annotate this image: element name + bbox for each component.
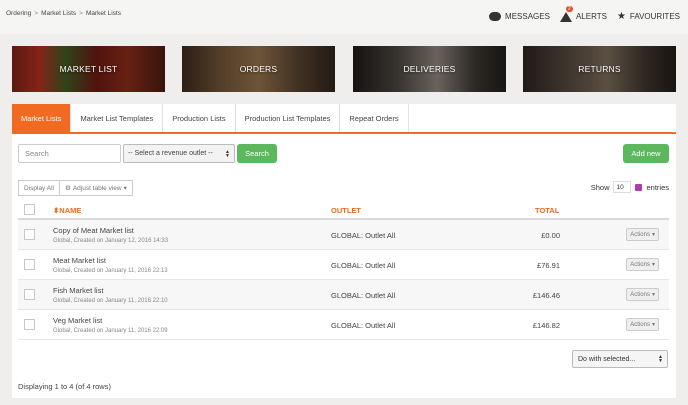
breadcrumb-item-market-lists[interactable]: Market Lists	[41, 10, 76, 17]
show-label: Show	[590, 182, 610, 192]
adjust-table-view-button[interactable]: ⚙ Adjust table view ▾	[59, 180, 133, 196]
row-name-link[interactable]: Copy of Meat Market list	[53, 226, 134, 235]
select-arrows-icon: ▲ ▼	[225, 149, 230, 159]
column-header-name[interactable]: ⬍NAME	[53, 206, 81, 215]
row-actions-button[interactable]: Actions ▾	[626, 318, 659, 331]
top-bar: Ordering > Market Lists > Market Lists M…	[0, 0, 688, 34]
banner-market-list[interactable]: MARKET LIST	[12, 46, 165, 92]
column-header-outlet[interactable]: OUTLET	[331, 206, 361, 215]
warning-icon	[559, 11, 572, 22]
banner-orders[interactable]: ORDERS	[182, 46, 335, 92]
tab-market-lists[interactable]: Market Lists	[12, 104, 72, 132]
column-header-total[interactable]: TOTAL	[535, 206, 559, 215]
breadcrumb-separator: >	[79, 10, 83, 17]
section-banners: MARKET LIST ORDERS DELIVERIES RETURNS	[12, 46, 676, 92]
revenue-outlet-select[interactable]: -- Select a revenue outlet -- ▲ ▼	[123, 144, 235, 163]
row-checkbox[interactable]	[24, 259, 35, 270]
top-nav: MESSAGES 2 ALERTS ★ FAVOURITES	[489, 5, 680, 22]
table-row: Veg Market list Global, Created on Janua…	[18, 310, 669, 340]
row-actions-label: Actions	[630, 321, 650, 328]
caret-down-icon: ▾	[651, 232, 655, 238]
row-total: £76.91	[537, 261, 560, 270]
breadcrumb-separator: >	[34, 10, 39, 17]
messages-link[interactable]: MESSAGES	[489, 12, 550, 21]
pagination-info: Displaying 1 to 4 (of 4 rows)	[18, 382, 111, 391]
main-panel: Market Lists Market List Templates Produ…	[12, 104, 676, 398]
table-row: Fish Market list Global, Created on Janu…	[18, 280, 669, 310]
row-outlet: GLOBAL: Outlet All	[331, 321, 396, 330]
banner-returns[interactable]: RETURNS	[523, 46, 676, 92]
row-subtitle: Global, Created on January 11, 2016 22:1…	[53, 268, 168, 274]
chat-bubble-icon	[489, 12, 502, 21]
entries-count-select[interactable]: 10	[613, 181, 632, 193]
row-total: £146.82	[532, 321, 560, 330]
row-name-link[interactable]: Meat Market list	[53, 256, 106, 265]
table-row: Copy of Meat Market list Global, Created…	[18, 220, 669, 250]
gears-icon: ⚙	[64, 185, 71, 192]
tab-repeat-orders[interactable]: Repeat Orders	[340, 104, 409, 132]
banner-label: RETURNS	[578, 64, 621, 74]
select-arrows-icon: ▲ ▼	[658, 354, 663, 364]
banner-deliveries[interactable]: DELIVERIES	[353, 46, 506, 92]
row-subtitle: Global, Created on January 11, 2016 22:0…	[53, 328, 168, 334]
adjust-table-view-label: Adjust table view	[72, 184, 122, 192]
caret-down-icon: ▾	[651, 292, 655, 298]
row-actions-label: Actions	[630, 261, 650, 268]
row-actions-label: Actions	[630, 231, 650, 238]
row-total: £146.46	[532, 291, 560, 300]
row-actions-button[interactable]: Actions ▾	[626, 288, 659, 301]
row-name-link[interactable]: Fish Market list	[53, 286, 103, 295]
row-actions-button[interactable]: Actions ▾	[626, 228, 659, 241]
row-subtitle: Global, Created on January 12, 2016 14:3…	[53, 238, 169, 244]
search-input[interactable]	[18, 144, 121, 163]
row-outlet: GLOBAL: Outlet All	[331, 261, 396, 270]
bulk-action-value: Do with selected...	[578, 355, 636, 363]
caret-down-icon: ▾	[651, 262, 655, 268]
market-lists-table: ⬍NAME OUTLET TOTAL Copy of Meat Market l…	[18, 198, 669, 340]
display-all-button[interactable]: Display All	[18, 180, 60, 196]
messages-label: MESSAGES	[505, 12, 550, 21]
show-entries: Show 10 entries	[591, 181, 669, 193]
tab-bar: Market Lists Market List Templates Produ…	[12, 104, 676, 134]
row-name-link[interactable]: Veg Market list	[53, 316, 102, 325]
row-actions-label: Actions	[630, 291, 650, 298]
row-outlet: GLOBAL: Outlet All	[331, 291, 396, 300]
row-actions-button[interactable]: Actions ▾	[626, 258, 659, 271]
table-row: Meat Market list Global, Created on Janu…	[18, 250, 669, 280]
row-checkbox[interactable]	[24, 319, 35, 330]
tab-production-list-templates[interactable]: Production List Templates	[236, 104, 341, 132]
table-view-controls: Display All ⚙ Adjust table view ▾	[18, 180, 133, 196]
row-total: £0.00	[541, 231, 560, 240]
row-checkbox[interactable]	[24, 229, 35, 240]
entries-label: entries	[646, 182, 669, 192]
alerts-link[interactable]: 2 ALERTS	[559, 5, 607, 22]
column-header-name-label: NAME	[59, 206, 82, 215]
select-all-checkbox[interactable]	[24, 204, 35, 215]
row-outlet: GLOBAL: Outlet All	[331, 231, 396, 240]
caret-down-icon: ▾	[651, 322, 655, 328]
entries-stepper-icon[interactable]	[635, 183, 643, 191]
banner-label: ORDERS	[239, 64, 278, 74]
tab-market-list-templates[interactable]: Market List Templates	[71, 104, 164, 132]
breadcrumb-item-current: Market Lists	[85, 10, 121, 17]
breadcrumb-item-ordering[interactable]: Ordering	[6, 10, 31, 17]
banner-label: DELIVERIES	[403, 64, 456, 74]
bulk-action-select[interactable]: Do with selected... ▲ ▼	[572, 350, 668, 368]
revenue-outlet-select-value: -- Select a revenue outlet --	[128, 150, 213, 157]
favourites-label: FAVOURITES	[629, 12, 680, 21]
search-button[interactable]: Search	[237, 144, 277, 163]
breadcrumb: Ordering > Market Lists > Market Lists	[6, 10, 121, 17]
favourites-link[interactable]: ★ FAVOURITES	[617, 11, 680, 22]
caret-down-icon: ▾	[123, 185, 127, 192]
row-subtitle: Global, Created on January 11, 2016 22:1…	[53, 298, 168, 304]
alerts-label: ALERTS	[575, 12, 607, 21]
table-header: ⬍NAME OUTLET TOTAL	[18, 198, 669, 220]
tab-production-lists[interactable]: Production Lists	[163, 104, 236, 132]
star-icon: ★	[616, 11, 626, 22]
add-new-button[interactable]: Add new	[623, 144, 669, 163]
alerts-count-badge: 2	[565, 5, 573, 12]
banner-label: MARKET LIST	[59, 64, 118, 74]
row-checkbox[interactable]	[24, 289, 35, 300]
